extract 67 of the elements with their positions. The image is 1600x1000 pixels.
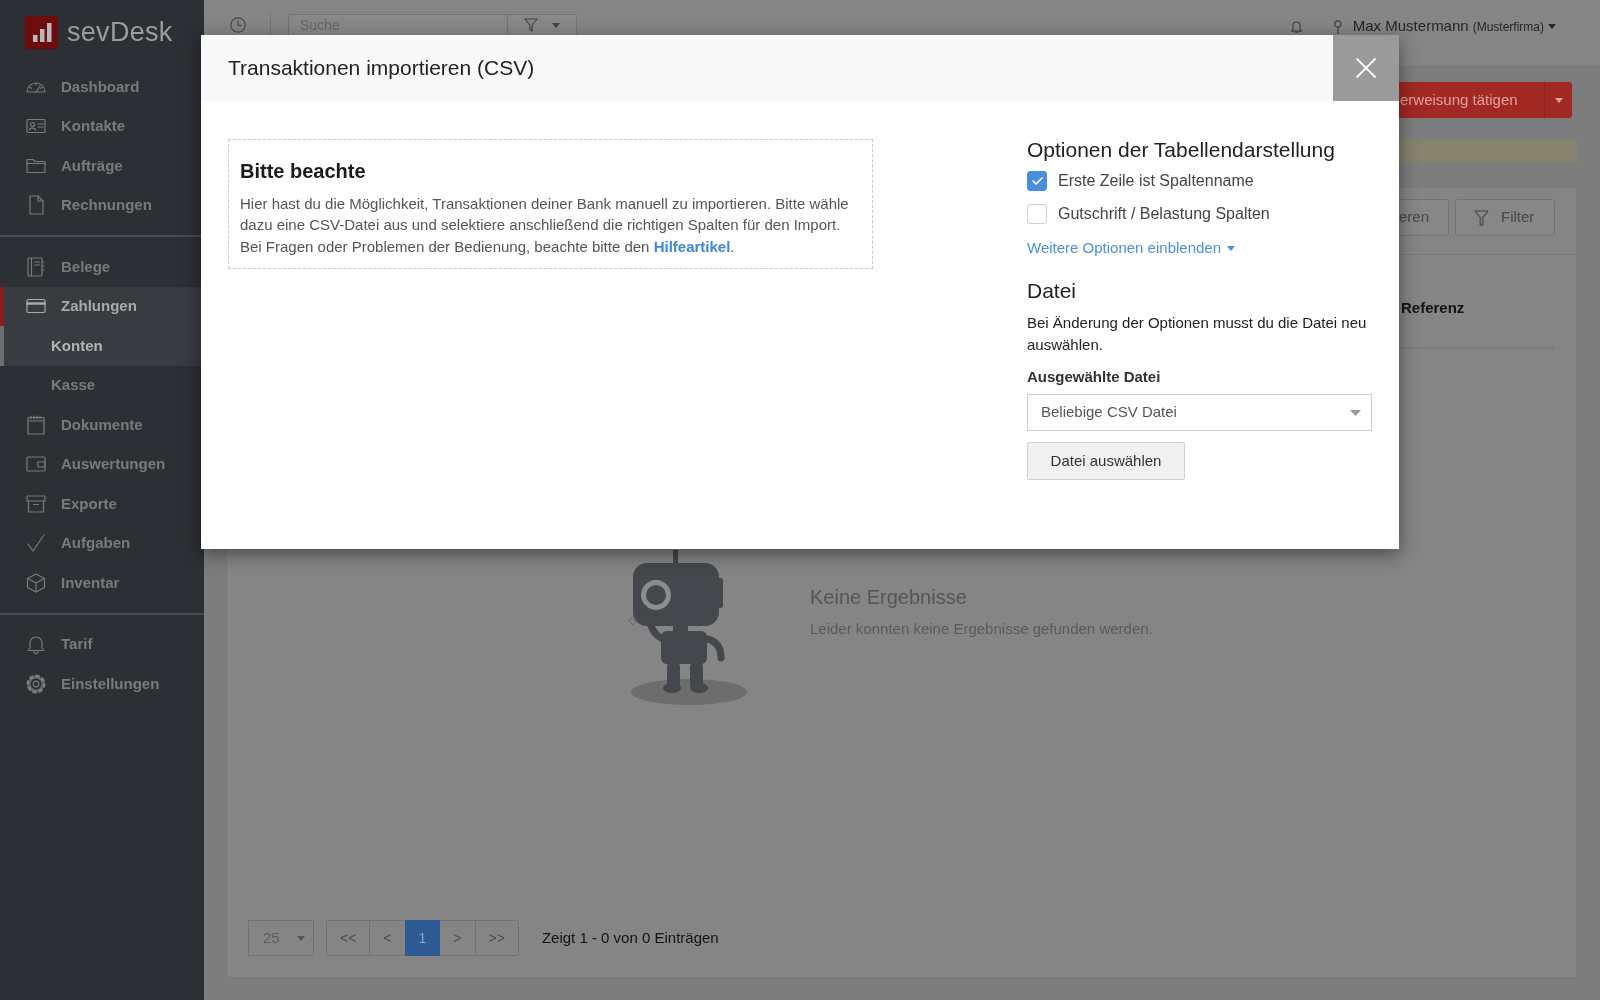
page-link[interactable]: 1 xyxy=(404,920,441,956)
document-icon xyxy=(26,195,46,216)
nav-item[interactable]: Dashboard xyxy=(0,67,204,107)
checkbox-label[interactable]: Erste Zeile ist Spaltenname xyxy=(1058,170,1254,192)
filter-button[interactable]: Filter xyxy=(1455,199,1555,236)
file-hint-text: Bei Änderung der Optionen musst du die Datei neu auswählen. xyxy=(1027,313,1368,355)
settings-icon xyxy=(26,673,46,694)
notice-title: Bitte beachte xyxy=(240,159,367,183)
nav-item[interactable]: Exporte xyxy=(0,484,204,524)
close-icon xyxy=(1356,58,1376,78)
notepad-icon xyxy=(26,414,46,435)
pin-icon xyxy=(1332,19,1343,34)
cube-icon xyxy=(26,572,46,593)
caret-icon xyxy=(1350,409,1361,416)
logo-text: sevDesk xyxy=(67,16,173,49)
nav-item[interactable]: Rechnungen xyxy=(0,185,204,225)
checkmark-icon xyxy=(1031,177,1043,185)
nav-subitem[interactable]: Konten xyxy=(0,326,204,366)
nav-item[interactable]: Aufträge xyxy=(0,146,204,186)
filter-dropdown-button[interactable] xyxy=(508,14,577,35)
nav-item[interactable]: Zahlungen xyxy=(0,286,204,326)
field-label: Ausgewählte Datei xyxy=(1027,367,1161,387)
caret-icon xyxy=(1548,24,1556,29)
bell-icon xyxy=(1290,20,1302,33)
toolbar-button[interactable]: eren xyxy=(1399,199,1449,236)
page-link[interactable]: >> xyxy=(474,920,519,956)
nav-item[interactable]: Auswertungen xyxy=(0,444,204,484)
logo-icon xyxy=(25,16,58,49)
section-heading: Optionen der Tabellendarstellung xyxy=(1027,137,1335,162)
page-link[interactable]: > xyxy=(439,920,476,956)
file-select[interactable]: Beliebige CSV Datei xyxy=(1027,394,1372,431)
checkbox[interactable] xyxy=(1027,171,1047,191)
caret-icon xyxy=(552,22,560,28)
bell-icon xyxy=(26,634,46,655)
close-button[interactable] xyxy=(1333,35,1399,101)
caret-icon xyxy=(297,935,305,941)
user-menu-button[interactable]: Max Mustermann (Musterfirma) xyxy=(1352,17,1556,36)
archive-box-icon xyxy=(26,493,46,514)
show-more-options-link[interactable]: Weitere Optionen einblenden xyxy=(1027,238,1236,258)
dropdown-toggle-button[interactable] xyxy=(1544,82,1572,118)
checkbox-label[interactable]: Gutschrift / Belastung Spalten xyxy=(1058,203,1270,225)
checkmark-icon xyxy=(26,533,46,554)
nav-subitem[interactable]: Kasse xyxy=(0,365,204,405)
primary-action-button[interactable]: erweisung tätigen xyxy=(1399,82,1544,118)
notice-text: Hier hast du die Möglichkeit, Transaktionen deiner Bank manuell zu importieren. Bitte wähle dazu eine CSV-Datei aus und selektiere anschließend die richtigen Spalten für den Import. Bei Fragen oder Problemen der Bedienung, beachte bitte den Hilfeartikel. xyxy=(240,194,850,257)
choose-file-button[interactable]: Datei auswählen xyxy=(1027,442,1185,480)
page-link[interactable]: << xyxy=(326,920,371,956)
nav-item[interactable]: Kontakte xyxy=(0,106,204,146)
funnel-icon xyxy=(1474,209,1489,226)
nav-item[interactable]: Aufgaben xyxy=(0,523,204,563)
entries-summary: Zeigt 1 - 0 von 0 Einträgen xyxy=(541,927,719,948)
notebook-icon xyxy=(26,256,46,277)
dialog-title: Transaktionen importieren (CSV) xyxy=(227,55,535,81)
section-heading: Datei xyxy=(1027,278,1077,303)
nav-item[interactable]: Belege xyxy=(0,247,204,287)
funnel-icon xyxy=(524,18,538,32)
caret-icon xyxy=(1554,97,1563,103)
nav-item[interactable]: Tarif xyxy=(0,624,204,664)
nav-item[interactable]: Inventar xyxy=(0,563,204,603)
nav-item[interactable]: Dokumente xyxy=(0,405,204,445)
page-link[interactable]: < xyxy=(369,920,406,956)
caret-icon xyxy=(1227,245,1236,251)
clock-icon xyxy=(230,17,246,33)
checkbox[interactable] xyxy=(1027,204,1047,224)
wallet-icon xyxy=(26,454,46,475)
nav-item[interactable]: Einstellungen xyxy=(0,664,204,704)
column-header: Referenz xyxy=(1401,299,1465,317)
